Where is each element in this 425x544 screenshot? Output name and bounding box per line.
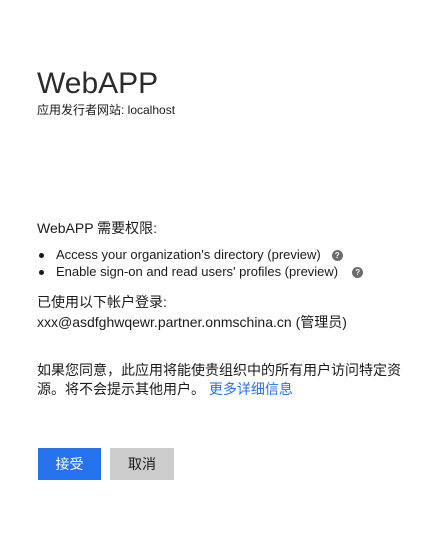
- consent-text-block: 如果您同意，此应用将能使贵组织中的所有用户访问特定资源。将不会提示其他用户。 更…: [37, 361, 417, 399]
- publisher-website: 应用发行者网站: localhost: [37, 103, 176, 117]
- permissions-heading: WebAPP 需要权限:: [37, 220, 158, 236]
- permission-label: Access your organization's directory (pr…: [56, 247, 321, 262]
- permission-item-directory: Access your organization's directory (pr…: [37, 246, 417, 263]
- permission-item-signon: Enable sign-on and read users' profiles …: [37, 263, 417, 280]
- bullet-icon: [39, 270, 44, 275]
- account-email: xxx@asdfghwqewr.partner.onmschina.cn (管理…: [37, 314, 347, 330]
- app-title: WebAPP: [37, 67, 159, 100]
- signed-in-label: 已使用以下帐户登录:: [37, 294, 167, 310]
- help-question-icon[interactable]: ?: [331, 250, 343, 261]
- permissions-list: Access your organization's directory (pr…: [37, 246, 417, 280]
- more-details-link[interactable]: 更多详细信息: [209, 381, 293, 397]
- cancel-button[interactable]: 取消: [110, 448, 174, 480]
- help-question-icon[interactable]: ?: [352, 267, 364, 278]
- bullet-icon: [39, 253, 44, 258]
- accept-button[interactable]: 接受: [38, 448, 101, 480]
- consent-page: WebAPP 应用发行者网站: localhost WebAPP 需要权限: A…: [0, 0, 425, 544]
- permission-label: Enable sign-on and read users' profiles …: [56, 264, 339, 279]
